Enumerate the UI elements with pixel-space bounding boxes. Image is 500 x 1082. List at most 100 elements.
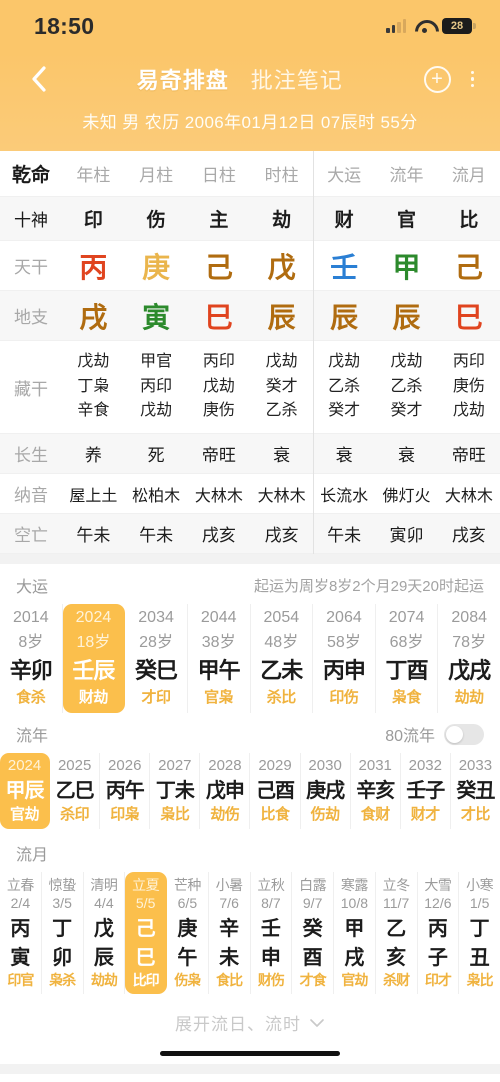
liunian-card[interactable]: 2031 辛亥 食财 [351,753,401,829]
liuyue-shishen-label: 劫劫 [90,972,118,988]
shishen-day: 主 [209,210,229,231]
more-options-button[interactable] [465,67,481,92]
dizhi-liunian: 辰 [392,301,421,333]
liunian-card[interactable]: 2032 壬子 财才 [401,753,451,829]
nayin-hour: 大林木 [257,487,306,505]
dayun-card[interactable]: 2064 58岁 丙申 印伤 [313,604,376,713]
liunian-year-label: 2032 [408,757,442,774]
tiangan-dayun: 壬 [330,251,359,283]
liunian-year-label: 2026 [108,757,142,774]
dayun-card[interactable]: 2054 48岁 乙未 杀比 [251,604,314,713]
liunian-ganzhi-label: 戊申 [205,780,245,802]
liuyue-card[interactable]: 立冬 11/7 乙亥杀财 [376,872,418,994]
liuyue-card[interactable]: 立秋 8/7 壬申财伤 [251,872,293,994]
back-button[interactable] [20,61,56,97]
liunian-card[interactable]: 2025 乙巳 杀印 [50,753,101,829]
canggan-line: 丙印 [452,352,485,370]
nayin-liuyue: 大林木 [444,487,493,505]
liuyue-date-label: 5/5 [135,895,156,911]
dayun-card[interactable]: 2044 38岁 甲午 官枭 [188,604,251,713]
liuyue-card[interactable]: 白露 9/7 癸酉才食 [292,872,334,994]
liunian-card[interactable]: 2028 戊申 劫伤 [200,753,251,829]
liunian-card[interactable]: 2026 丙午 印枭 [100,753,151,829]
dayun-year-label: 2044 [200,609,237,626]
shishen-month: 伤 [146,210,166,231]
liuyue-card[interactable]: 立夏 5/5 己巳比印 [125,872,167,994]
liunian-shishen-label: 官劫 [10,806,40,823]
liuyue-gan-label: 乙 [386,918,407,940]
liunian-card[interactable]: 2030 庚戌 伤劫 [301,753,351,829]
liuyue-card[interactable]: 大雪 12/6 丙子印才 [418,872,460,994]
liuyue-card[interactable]: 立春 2/4 丙寅印官 [0,872,42,994]
liuyue-shishen-label: 才食 [299,972,327,988]
liuyue-date-label: 4/4 [94,895,114,911]
liuyue-jieqi-label: 寒露 [340,877,369,893]
tab-paipan[interactable]: 易奇排盘 [137,63,229,95]
liunian-ganzhi-label: 丁未 [155,780,195,802]
dayun-card[interactable]: 2084 78岁 戊戌 劫劫 [438,604,500,713]
liuyue-shishen-label: 食比 [216,972,243,988]
kongwang-pillars: 午未 午未 戌亥 戌亥 [62,514,313,553]
chevron-left-icon [31,66,46,92]
liuyue-card[interactable]: 小暑 7/6 辛未食比 [209,872,251,994]
canggan-liuyue: 丙印 庚伤 戊劫 [438,347,500,427]
liuyue-jieqi-label: 清明 [90,877,118,893]
liuyue-zhi-label: 丑 [469,947,490,969]
bottom-edge [0,1064,500,1074]
liuyue-card[interactable]: 小寒 1/5 丁丑枭比 [459,872,500,994]
add-button[interactable]: + [423,65,451,93]
liunian-ganzhi-label: 壬子 [406,780,445,802]
liuyue-card[interactable]: 清明 4/4 戊辰劫劫 [84,872,126,994]
liuyue-card[interactable]: 惊蛰 3/5 丁卯枭杀 [42,872,84,994]
liunian-ganzhi-label: 乙巳 [55,780,95,802]
dayun-card[interactable]: 2074 68岁 丁酉 枭食 [376,604,439,713]
liunian-card[interactable]: 2027 丁未 枭比 [150,753,201,829]
liunian-80-toggle[interactable] [444,723,484,745]
liuyue-shishen-label: 伤枭 [174,972,201,988]
birth-info-label: 未知 男 农历 2006年01月12日 07辰时 55分 [82,113,418,132]
dayun-card[interactable]: 2014 8岁 辛卯 食杀 [0,604,63,713]
liuyue-zhi-label: 卯 [52,947,73,969]
liuyue-shishen-label: 比印 [132,972,160,988]
luck-header-liunian: 流年 [389,166,424,185]
liunian-ganzhi-label: 庚戌 [306,780,345,802]
liuyue-gan-label: 庚 [177,918,198,940]
dizhi-liuyue: 巳 [454,301,483,333]
liunian-year-label: 2033 [458,757,493,774]
liuyue-shishen-label: 官劫 [341,972,368,988]
liunian-shishen-label: 劫伤 [210,806,240,823]
expand-label: 展开流日、流时 [175,1015,301,1034]
dayun-age-label: 58岁 [327,634,361,651]
liuyue-date-label: 11/7 [383,895,410,911]
changsheng-day: 帝旺 [201,446,236,465]
tab-pizhu-biji[interactable]: 批注笔记 [251,63,343,95]
liuyue-gan-label: 丙 [427,918,448,940]
liunian-card[interactable]: 2029 己酉 比食 [250,753,301,829]
liuyue-card[interactable]: 芒种 6/5 庚午伤枭 [167,872,209,994]
nav-row: 易奇排盘 批注笔记 + [0,52,500,106]
dayun-title: 大运 [16,579,49,596]
shishen-hour: 劫 [272,210,292,231]
pillar-header-day: 日柱 [201,166,236,185]
liunian-card[interactable]: 2033 癸丑 才比 [451,753,500,829]
liunian-ganzhi-label: 甲辰 [5,780,45,802]
liuyue-zhi-label: 子 [427,947,448,969]
row-label-tiangan: 天干 [14,258,48,277]
canggan-line: 庚伤 [202,402,235,420]
dayun-card[interactable]: 2034 28岁 癸巳 才印 [125,604,188,713]
liuyue-jieqi-label: 大雪 [424,877,452,893]
chart-row-kongwang: 空亡 午未 午未 戌亥 戌亥 午未 寅卯 戌亥 [0,514,500,554]
dayun-header: 大运 起运为周岁8岁2个月29天20时起运 [0,564,500,604]
liunian-card[interactable]: 2024 甲辰 官劫 [0,753,51,829]
dayun-card[interactable]: 2024 18岁 壬辰 财劫 [62,604,126,713]
app-header: 易奇排盘 批注笔记 + 未知 男 农历 2006年01月12日 07辰时 55分 [0,52,500,151]
pillar-header-month: 月柱 [139,166,174,185]
bazi-chart-table: 乾命 年柱 月柱 日柱 时柱 大运 流年 流月 十神 印 伤 主 劫 财 官 比… [0,151,500,554]
liuyue-card[interactable]: 寒露 10/8 甲戌官劫 [334,872,376,994]
expand-liuri-liushi-button[interactable]: 展开流日、流时 [0,994,500,1045]
chart-row-canggan: 藏干 戊劫 丁枭 辛食 甲官 丙印 戊劫 丙印 戊劫 庚伤 戊劫 癸才 乙杀 戊… [0,341,500,434]
liuyue-date-label: 10/8 [340,895,368,911]
liunian-year-label: 2027 [158,757,192,774]
chart-row-nayin: 纳音 屋上土 松柏木 大林木 大林木 长流水 佛灯火 大林木 [0,474,500,514]
liuyue-date-label: 3/5 [52,895,72,911]
